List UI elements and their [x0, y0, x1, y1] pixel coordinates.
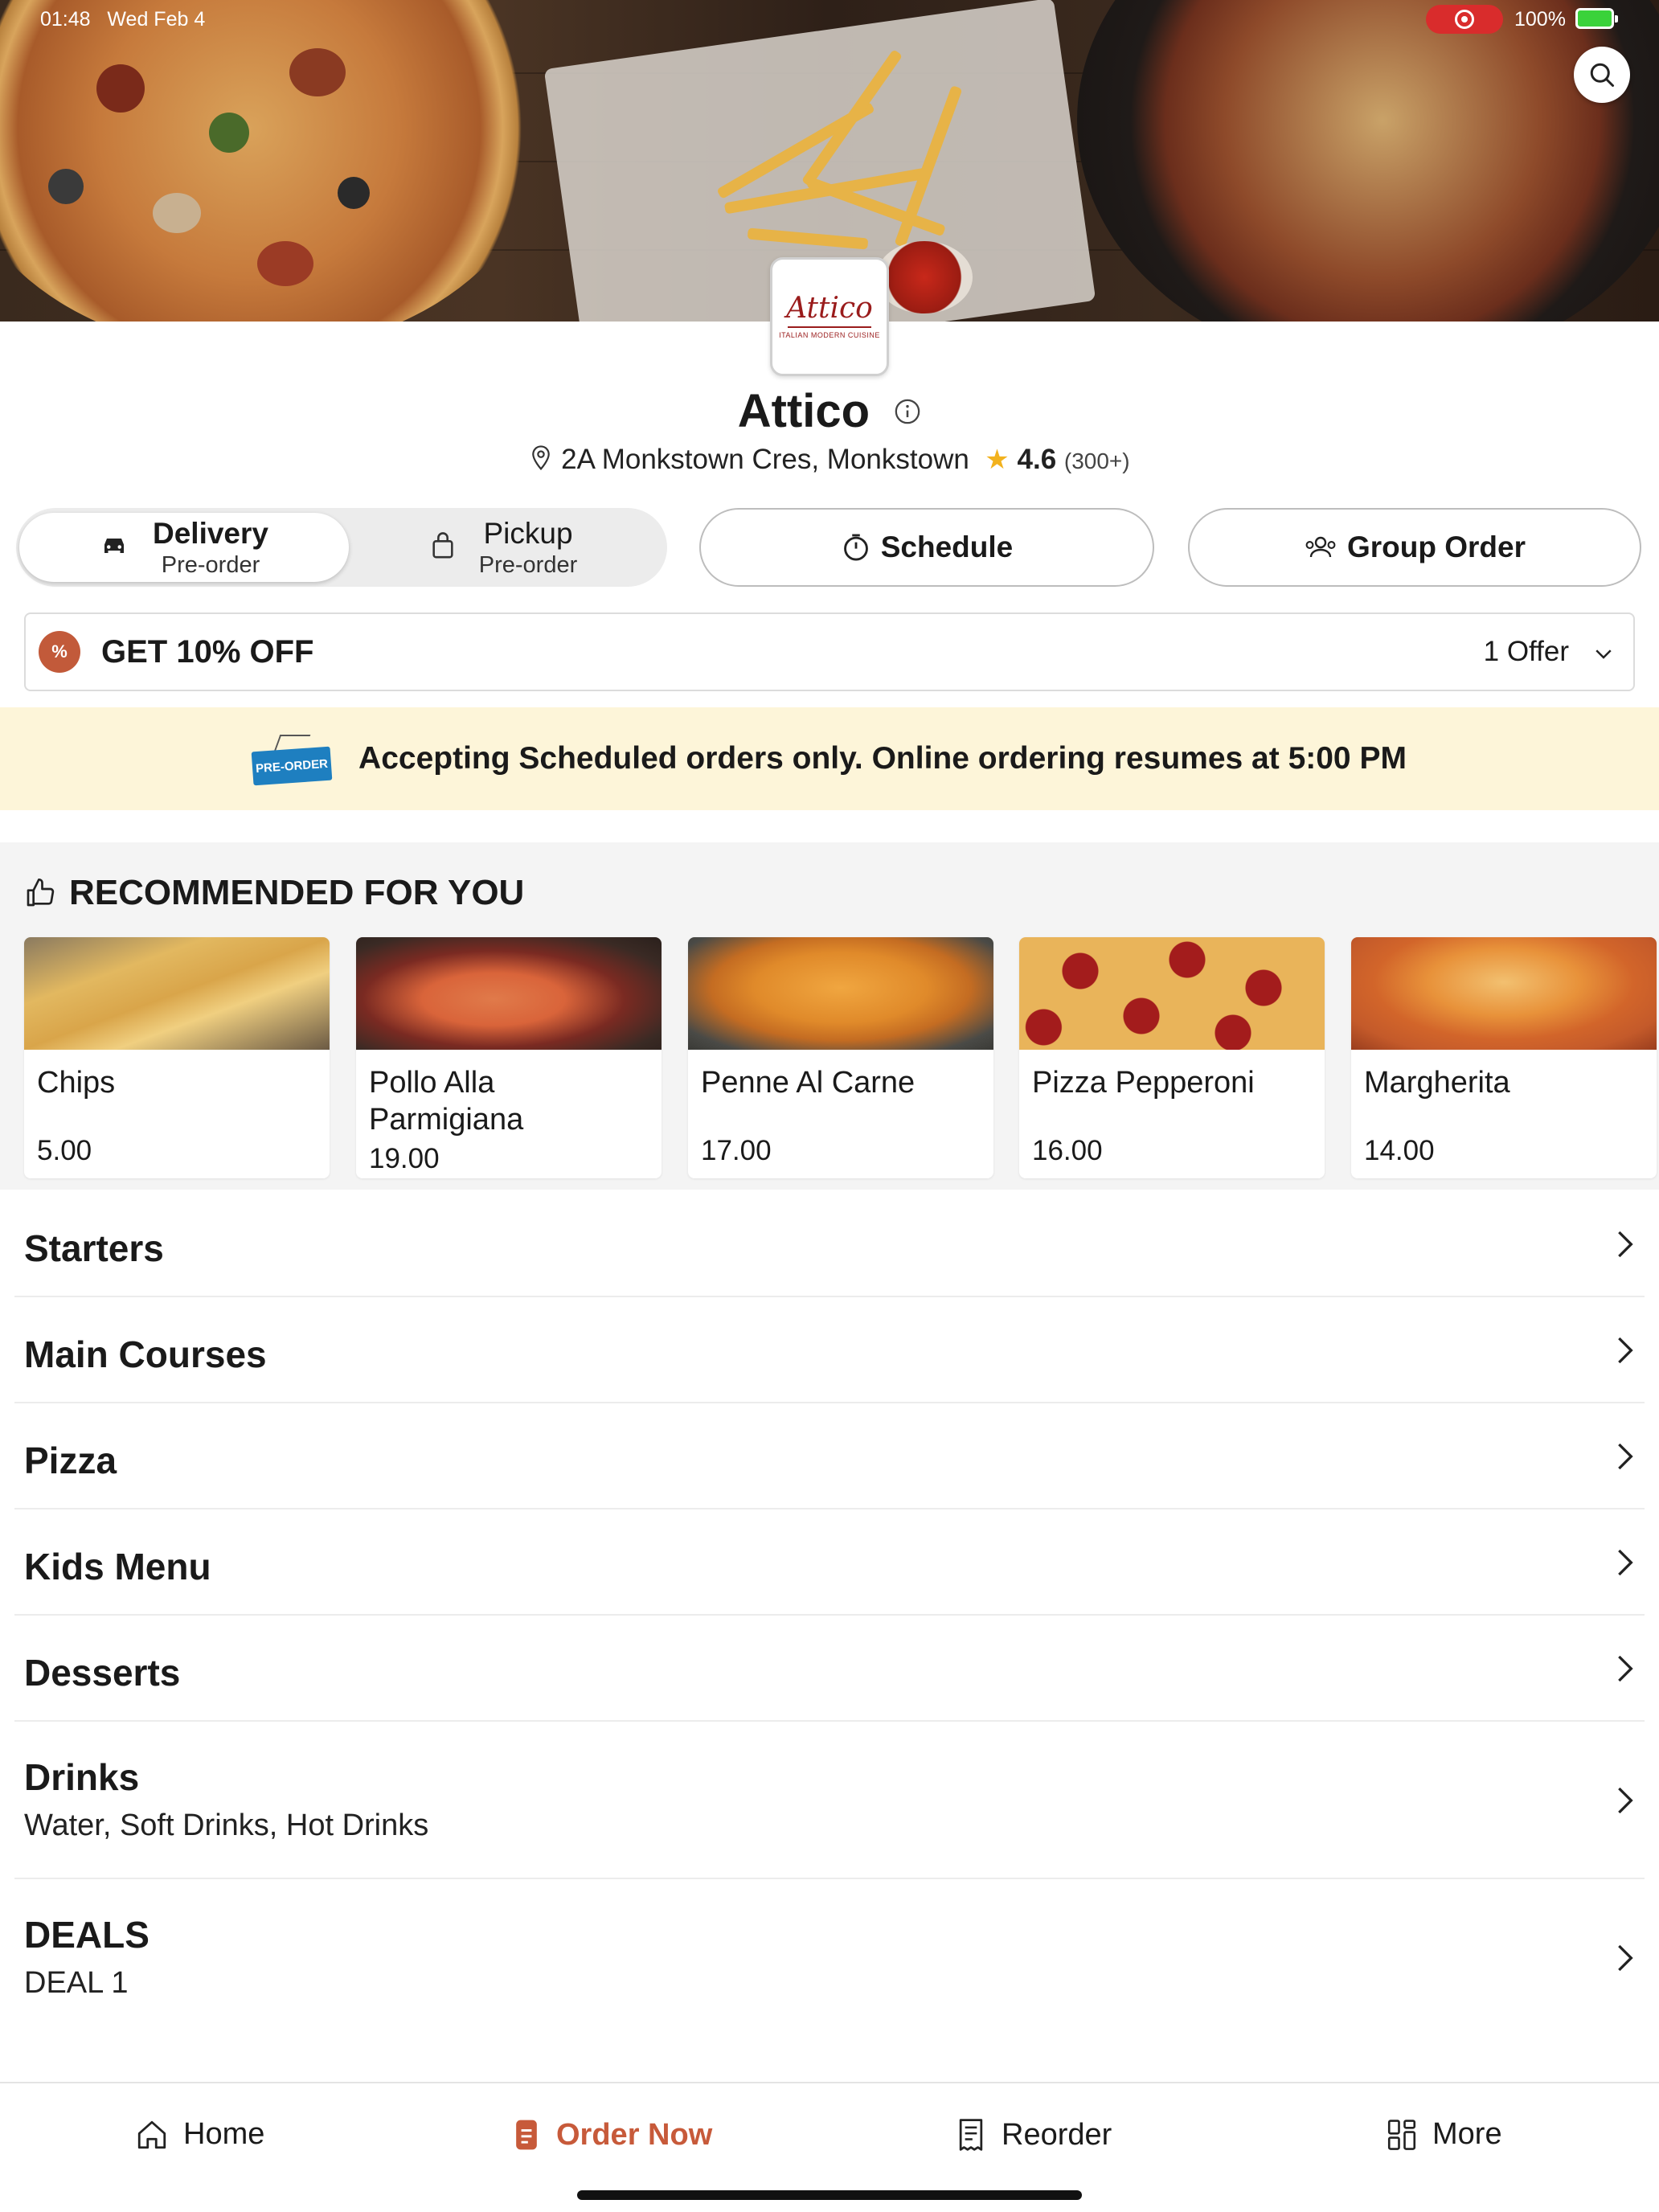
category-subtitle: DEAL 1	[24, 1966, 129, 2000]
item-price: 17.00	[701, 1135, 772, 1166]
preorder-banner: PRE-ORDER Accepting Scheduled orders onl…	[0, 707, 1659, 810]
item-name: Pollo Alla Parmigiana	[369, 1066, 524, 1137]
schedule-label: Schedule	[880, 530, 1014, 563]
chevron-right-icon	[1612, 1942, 1636, 1978]
offer-bar[interactable]: % GET 10% OFF 1 Offer	[24, 612, 1635, 691]
item-price: 19.00	[369, 1143, 440, 1174]
menu-category-kids-menu[interactable]: Kids Menu	[14, 1509, 1645, 1616]
star-icon: ★	[985, 444, 1010, 475]
chevron-right-icon	[1612, 1228, 1636, 1264]
item-price: 14.00	[1364, 1135, 1435, 1166]
stopwatch-icon	[841, 532, 871, 563]
nav-order-now[interactable]: Order Now	[511, 2117, 712, 2153]
item-name: Chips	[37, 1066, 116, 1100]
item-name: Margherita	[1364, 1066, 1510, 1100]
offer-count: 1 Offer	[1483, 636, 1569, 667]
penne-image	[688, 937, 993, 1050]
chevron-right-icon	[1612, 1334, 1636, 1370]
category-subtitle: Water, Soft Drinks, Hot Drinks	[24, 1809, 429, 1842]
screen-recording-icon	[1426, 5, 1503, 34]
home-icon	[135, 2118, 169, 2152]
delivery-option[interactable]: Delivery Pre-order	[19, 513, 349, 582]
recommended-item-penne-al-carne[interactable]: Penne Al Carne 17.00	[688, 937, 993, 1178]
item-name: Pizza Pepperoni	[1032, 1066, 1255, 1100]
category-title: Drinks	[24, 1756, 140, 1798]
chevron-right-icon	[1612, 1440, 1636, 1477]
recommended-item-chips[interactable]: Chips 5.00	[24, 937, 330, 1178]
group-order-label: Group Order	[1346, 530, 1526, 563]
chips-image	[24, 937, 330, 1050]
search-icon	[1590, 63, 1614, 87]
group-order-button[interactable]: Group Order	[1188, 508, 1641, 587]
shopping-bag-icon	[431, 531, 455, 563]
location-pin-icon	[532, 445, 551, 471]
pizza-image	[0, 0, 547, 322]
nav-more[interactable]: More	[1386, 2117, 1502, 2152]
pepperoni-pizza-image	[1019, 937, 1325, 1050]
pasta-image	[1077, 0, 1659, 322]
preorder-sign-icon: PRE-ORDER	[251, 735, 333, 786]
pickup-label: Pickup	[483, 516, 573, 550]
search-button[interactable]	[1574, 47, 1630, 103]
category-title: Main Courses	[24, 1333, 267, 1375]
category-title: DEALS	[24, 1914, 150, 1956]
delivery-label: Delivery	[153, 516, 268, 550]
recommended-item-pollo-alla-parmigiana[interactable]: Pollo Alla Parmigiana 19.00	[356, 937, 662, 1178]
status-time: 01:48 Wed Feb 4	[40, 8, 206, 31]
recommended-item-pizza-pepperoni[interactable]: Pizza Pepperoni 16.00	[1019, 937, 1325, 1178]
item-price: 16.00	[1032, 1135, 1103, 1166]
category-title: Pizza	[24, 1440, 117, 1481]
preorder-message: Accepting Scheduled orders only. Online …	[358, 741, 1407, 776]
thumbs-up-icon	[24, 877, 56, 909]
category-title: Starters	[24, 1227, 164, 1269]
rating-value: 4.6	[1017, 444, 1057, 475]
discount-badge-icon: %	[39, 631, 80, 673]
order-mode-toggle: Delivery Pre-order Pickup Pre-order	[16, 508, 667, 587]
receipt-icon	[955, 2117, 987, 2153]
grid-more-icon	[1386, 2118, 1418, 2152]
restaurant-name: Attico	[737, 385, 870, 437]
margherita-image	[1351, 937, 1657, 1050]
chevron-right-icon	[1612, 1784, 1636, 1821]
recommended-section: RECOMMENDED FOR YOU Chips 5.00 Pollo All…	[0, 842, 1659, 1190]
order-menu-icon	[511, 2117, 542, 2153]
restaurant-meta: 2A Monkstown Cres, Monkstown ★ 4.6 (300+…	[0, 444, 1659, 476]
nav-home[interactable]: Home	[135, 2117, 264, 2152]
restaurant-address: 2A Monkstown Cres, Monkstown	[561, 444, 969, 475]
ketchup-dip-image	[876, 241, 973, 313]
schedule-button[interactable]: Schedule	[699, 508, 1154, 587]
chevron-right-icon	[1612, 1546, 1636, 1583]
pollo-parmigiana-image	[356, 937, 662, 1050]
restaurant-logo: Attico ITALIAN MODERN CUISINE	[770, 257, 889, 376]
item-price: 5.00	[37, 1135, 92, 1166]
battery-icon	[1575, 8, 1618, 29]
chevron-down-icon[interactable]	[1591, 641, 1616, 670]
recommended-item-margherita[interactable]: Margherita 14.00	[1351, 937, 1657, 1178]
recommended-header: RECOMMENDED FOR YOU	[24, 873, 524, 913]
pickup-option[interactable]: Pickup Pre-order	[339, 513, 669, 582]
category-title: Kids Menu	[24, 1546, 211, 1587]
nav-reorder[interactable]: Reorder	[955, 2117, 1112, 2153]
item-name: Penne Al Carne	[701, 1066, 916, 1100]
category-title: Desserts	[24, 1652, 181, 1694]
menu-category-drinks[interactable]: Drinks Water, Soft Drinks, Hot Drinks	[14, 1722, 1645, 1879]
status-bar: 01:48 Wed Feb 4 100%	[0, 0, 1659, 39]
delivery-sub: Pre-order	[161, 551, 260, 578]
menu-category-main-courses[interactable]: Main Courses	[14, 1297, 1645, 1403]
pickup-sub: Pre-order	[478, 551, 578, 578]
info-icon[interactable]	[894, 383, 921, 436]
offer-title: GET 10% OFF	[101, 633, 314, 670]
menu-category-starters[interactable]: Starters	[14, 1191, 1645, 1297]
car-icon	[100, 534, 129, 562]
menu-category-pizza[interactable]: Pizza	[14, 1403, 1645, 1509]
group-users-icon	[1304, 533, 1337, 562]
chevron-right-icon	[1612, 1653, 1636, 1689]
battery-percentage: 100%	[1514, 8, 1566, 31]
menu-category-deals[interactable]: DEALS DEAL 1	[14, 1879, 1645, 2037]
restaurant-title: Attico	[0, 384, 1659, 441]
menu-category-desserts[interactable]: Desserts	[14, 1616, 1645, 1722]
home-indicator[interactable]	[577, 2190, 1082, 2200]
rating-count: (300+)	[1063, 449, 1130, 473]
